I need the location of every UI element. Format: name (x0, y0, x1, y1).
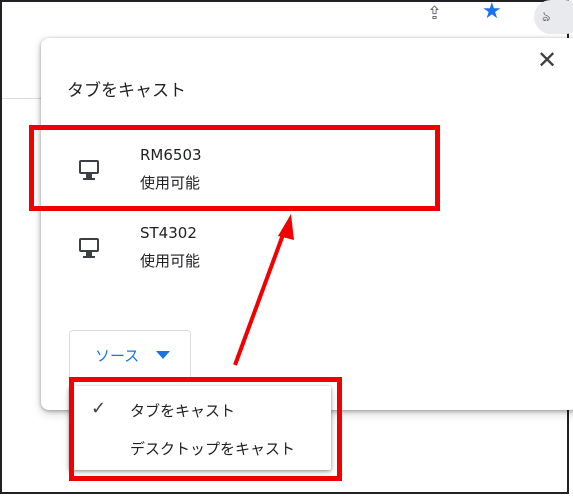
annotation-arrow (233, 214, 294, 366)
